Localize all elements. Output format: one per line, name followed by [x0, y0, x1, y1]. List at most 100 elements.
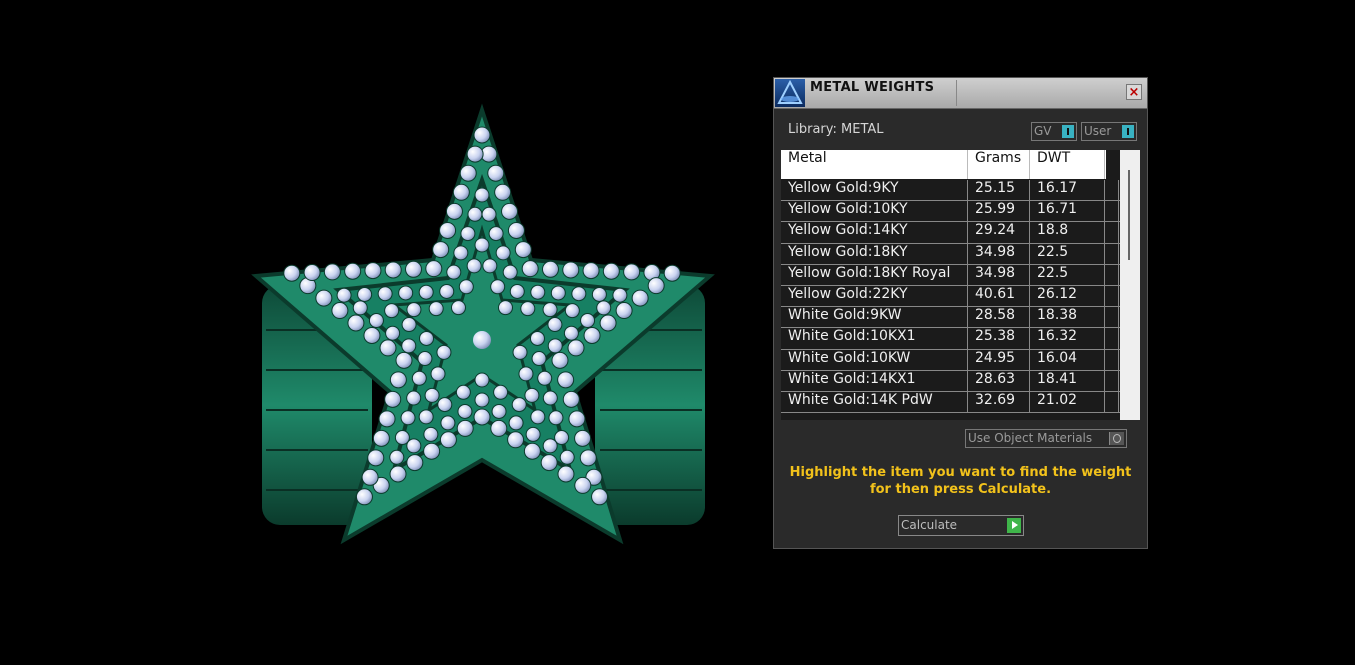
gem-stone — [453, 245, 469, 261]
gem-stone — [542, 390, 558, 406]
table-row[interactable]: Yellow Gold:18KY Royal 34.98 22.5 — [781, 264, 1120, 286]
grams-cell: 40.61 — [968, 285, 1030, 307]
instruction-text: Highlight the item you want to find the … — [789, 465, 1132, 497]
use-object-materials-toggle[interactable]: Use Object Materials — [965, 429, 1127, 448]
dwt-cell: 26.12 — [1030, 285, 1105, 307]
gem-stone — [455, 384, 471, 400]
table-row[interactable]: Yellow Gold:18KY 34.98 22.5 — [781, 243, 1120, 265]
grams-cell: 34.98 — [968, 264, 1030, 286]
gem-stone — [474, 392, 490, 408]
gem-stone — [488, 226, 504, 242]
user-toggle[interactable]: User — [1081, 122, 1137, 141]
gem-stone — [559, 449, 575, 465]
gem-stone — [491, 403, 507, 419]
table-row[interactable]: Yellow Gold:14KY 29.24 18.8 — [781, 222, 1120, 244]
gem-stone — [482, 258, 498, 274]
table-row[interactable]: White Gold:9KW 28.58 18.38 — [781, 307, 1120, 329]
gem-stone — [352, 300, 368, 316]
gem-stone — [459, 164, 477, 182]
use-object-materials-label: Use Object Materials — [968, 431, 1093, 445]
close-button[interactable]: × — [1126, 84, 1142, 100]
gem-stone — [540, 454, 558, 472]
dwt-cell: 22.5 — [1030, 264, 1105, 286]
empty-cell — [1105, 349, 1119, 371]
gem-stone — [368, 313, 384, 329]
table-row[interactable]: White Gold:10KW 24.95 16.04 — [781, 349, 1120, 371]
gem-stone — [520, 301, 536, 317]
empty-cell — [1105, 391, 1119, 413]
radio-toggle-icon — [1109, 432, 1124, 445]
column-header-dwt[interactable]: DWT — [1030, 150, 1105, 179]
dwt-cell: 18.8 — [1030, 222, 1105, 244]
gem-stone — [418, 409, 434, 425]
table-row[interactable]: White Gold:14KX1 28.63 18.41 — [781, 370, 1120, 392]
calculate-button[interactable]: Calculate — [898, 515, 1024, 536]
table-row[interactable]: White Gold:10KX1 25.38 16.32 — [781, 328, 1120, 350]
gem-stone — [357, 286, 373, 302]
gem-stone — [394, 430, 410, 446]
gem-stone — [460, 226, 476, 242]
dwt-cell: 16.04 — [1030, 349, 1105, 371]
toggle-switch-icon — [1062, 125, 1074, 138]
gem-stone — [457, 403, 473, 419]
gem-stone — [498, 300, 514, 316]
gem-stone — [384, 303, 400, 319]
grams-cell: 29.24 — [968, 222, 1030, 244]
gv-toggle[interactable]: GV — [1031, 122, 1077, 141]
table-scrollbar[interactable] — [1120, 150, 1140, 420]
gem-stone — [481, 206, 497, 222]
gem-stone — [579, 449, 597, 467]
gem-stone — [507, 221, 525, 239]
gem-stone — [542, 302, 558, 318]
gem-stone — [571, 286, 587, 302]
gem-stone — [428, 301, 444, 317]
gem-stone — [490, 279, 506, 295]
gem-stone — [446, 264, 462, 280]
gem-stone — [361, 468, 379, 486]
table-row[interactable]: White Gold:14K PdW 32.69 21.02 — [781, 391, 1120, 414]
grams-cell: 25.15 — [968, 180, 1030, 201]
gem-stone — [612, 287, 628, 303]
metal-table[interactable]: Metal Grams DWT Yellow Gold:9KY 25.15 16.1… — [781, 150, 1140, 420]
gem-stone — [377, 286, 393, 302]
dwt-cell: 22.5 — [1030, 243, 1105, 265]
dwt-cell: 21.02 — [1030, 391, 1105, 413]
gem-stone — [493, 384, 509, 400]
table-row[interactable]: Yellow Gold:22KY 40.61 26.12 — [781, 285, 1120, 308]
gem-stone — [323, 263, 341, 281]
gem-stone — [384, 261, 402, 279]
gem-stone — [439, 221, 457, 239]
gem-stone — [501, 202, 519, 220]
toggle-switch-icon — [1122, 125, 1134, 138]
table-header: Metal Grams DWT — [781, 150, 1106, 179]
scrollbar-thumb[interactable] — [1128, 170, 1130, 260]
table-row[interactable]: Yellow Gold:10KY 25.99 16.71 — [781, 201, 1120, 223]
gem-stone — [424, 387, 440, 403]
gem-stone — [363, 326, 381, 344]
gem-stone — [378, 410, 396, 428]
gem-stone — [367, 449, 385, 467]
gem-stone — [347, 314, 365, 332]
grams-cell: 34.98 — [968, 243, 1030, 265]
grams-cell: 28.63 — [968, 370, 1030, 392]
gem-stone — [547, 338, 563, 354]
panel-titlebar[interactable]: METAL WEIGHTS × — [774, 78, 1147, 109]
grams-cell: 28.58 — [968, 307, 1030, 329]
gem-stone — [511, 397, 527, 413]
gem-stone — [564, 303, 580, 319]
metal-cell: Yellow Gold:10KY — [781, 201, 968, 223]
column-header-metal[interactable]: Metal — [781, 150, 968, 179]
gem-stone — [541, 260, 559, 278]
gem-stone — [591, 286, 607, 302]
3d-viewport[interactable] — [240, 100, 730, 550]
gem-stone — [283, 264, 301, 282]
grams-cell: 25.99 — [968, 201, 1030, 223]
table-row[interactable]: Yellow Gold:9KY 25.15 16.17 — [781, 180, 1120, 202]
gem-stone — [591, 488, 609, 506]
column-header-grams[interactable]: Grams — [968, 150, 1030, 179]
metal-cell: Yellow Gold:9KY — [781, 180, 968, 201]
gem-stone — [425, 260, 443, 278]
gem-stone — [490, 419, 508, 437]
gem-stone — [574, 476, 592, 494]
gem-stone — [509, 283, 525, 299]
